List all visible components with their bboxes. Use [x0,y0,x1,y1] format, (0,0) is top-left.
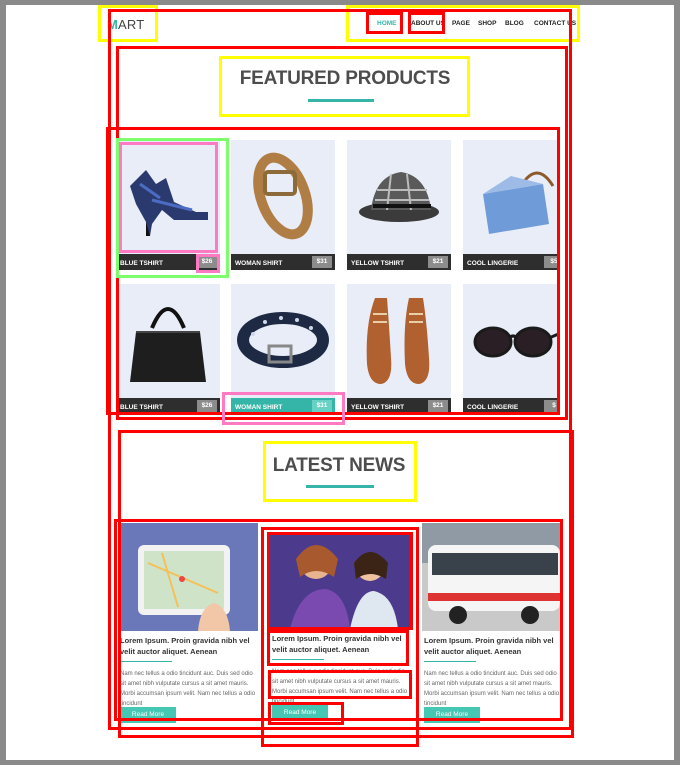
nav-home[interactable]: HOME [377,20,397,30]
product-name[interactable]: YELLOW TSHIRT [351,260,404,267]
read-more-button[interactable]: Read More [424,707,480,723]
product-name[interactable]: BLUE TSHIRT [120,260,163,267]
product-price: $ [544,400,557,412]
news-headline-underline [272,659,324,660]
featured-title-underline [308,99,374,102]
studded-belt-icon [237,312,329,368]
product-price: $26 [197,256,217,268]
product-price: $21 [428,400,448,412]
news-body: Nam nec tellus a odio tincidunt auc. Dui… [424,671,560,707]
read-more-button[interactable]: Read More [272,705,328,721]
nav-shop[interactable]: SHOP [478,20,496,30]
plaid-hat-icon [359,172,439,222]
product-price: $21 [428,256,448,268]
nav-contact-us[interactable]: CONTACT US [534,20,576,30]
black-handbag-icon [130,307,206,382]
leather-belt-icon [253,152,313,240]
brown-oxford-shoes-icon [366,298,430,384]
product-name[interactable]: WOMAN SHIRT [235,404,282,411]
product-card[interactable]: YELLOW TSHIRT $21 [347,140,451,270]
product-name[interactable]: BLUE TSHIRT [120,404,163,411]
product-price: $26 [197,400,217,412]
two-women-photo-icon [270,533,410,629]
product-name[interactable]: COOL LINGERIE [467,260,518,267]
site-logo[interactable]: MART [107,17,144,32]
news-headline[interactable]: Lorem Ipsum. Proin gravida nibh vel veli… [424,635,560,657]
read-more-button[interactable]: Read More [120,707,176,723]
product-card[interactable]: WOMAN SHIRT $31 [231,140,335,270]
news-body: Nam nec tellus a odio tincidunt auc. Dui… [272,669,408,705]
product-name[interactable]: YELLOW TSHIRT [351,404,404,411]
high-heel-shoe-icon [130,170,208,236]
product-card[interactable]: BLUE TSHIRT $26 [116,140,220,270]
product-card[interactable]: COOL LINGERIE $ [463,284,557,414]
blue-handbag-icon [483,171,555,234]
product-card[interactable]: BLUE TSHIRT $26 [116,284,220,414]
nav-about-us[interactable]: ABOUT US [411,20,445,30]
latest-news-title: LATEST NEWS [272,455,406,476]
product-price: $5 [544,256,557,268]
product-card[interactable]: COOL LINGERIE $5 [463,140,557,270]
nav-page[interactable]: PAGE [452,20,470,30]
tablet-map-photo-icon [118,523,258,631]
product-name[interactable]: WOMAN SHIRT [235,260,282,267]
product-card[interactable]: WOMAN SHIRT $31 [231,284,335,414]
news-headline-underline [424,661,476,662]
news-title-underline [306,485,374,488]
product-card[interactable]: YELLOW TSHIRT $21 [347,284,451,414]
news-headline[interactable]: Lorem Ipsum. Proin gravida nibh vel veli… [272,633,408,655]
news-body: Nam nec tellus a odio tincidunt auc. Dui… [120,671,256,707]
sunglasses-icon [473,326,557,358]
product-name[interactable]: COOL LINGERIE [467,404,518,411]
city-bus-photo-icon [422,523,562,631]
news-headline-underline [120,661,172,662]
news-headline[interactable]: Lorem Ipsum. Proin gravida nibh vel veli… [120,635,256,657]
product-price: $31 [312,256,332,268]
nav-blog[interactable]: BLOG [505,20,524,30]
featured-products-title: FEATURED PRODUCTS [239,68,451,89]
product-price: $31 [312,400,332,412]
